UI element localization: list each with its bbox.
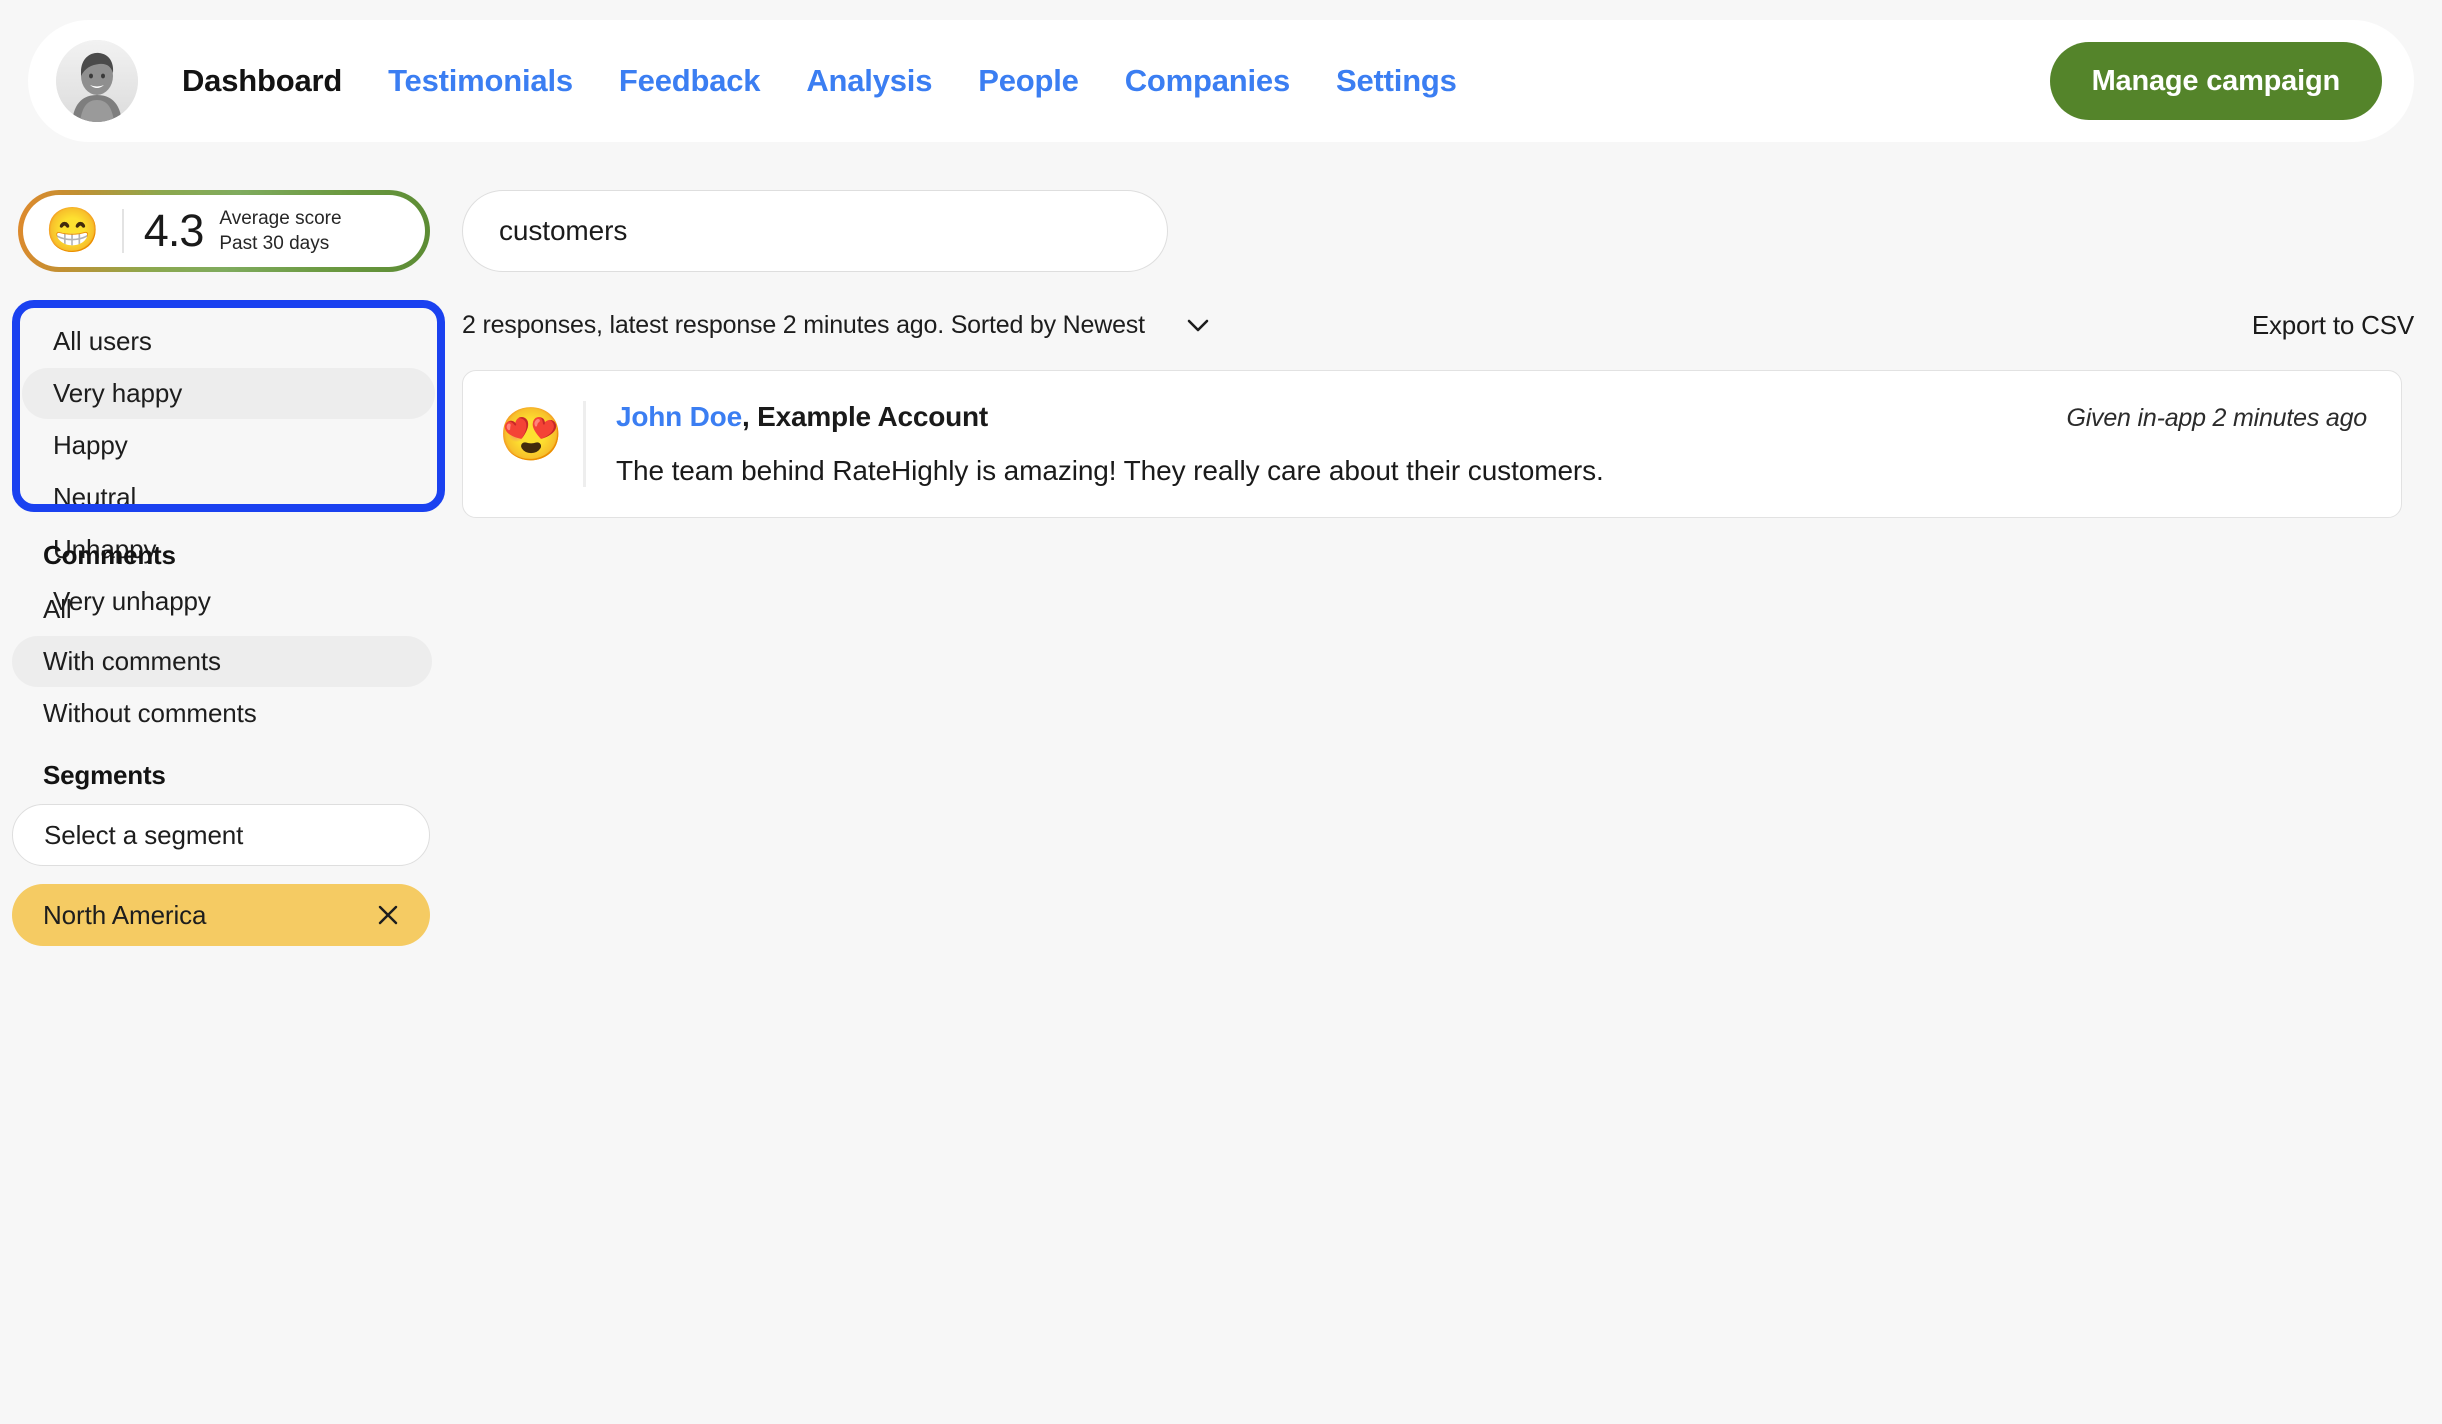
heart-eyes-face-icon: 😍 <box>493 401 569 487</box>
nav-item-dashboard[interactable]: Dashboard <box>182 63 365 99</box>
search-input[interactable] <box>462 190 1168 272</box>
filter-all-users[interactable]: All users <box>22 316 435 367</box>
average-score-value: 4.3 <box>144 205 204 257</box>
responses-main: 2 responses, latest response 2 minutes a… <box>462 0 2442 1424</box>
user-sentiment-filter-group: All users Very happy Happy Neutral Unhap… <box>12 300 445 512</box>
filters-sidebar: All users Very happy Happy Neutral Unhap… <box>0 300 450 1424</box>
filter-comments-all[interactable]: All <box>12 584 432 635</box>
chevron-down-icon[interactable] <box>1183 315 1213 335</box>
filter-neutral[interactable]: Neutral <box>22 472 435 523</box>
average-score-card: 😁 4.3 Average score Past 30 days <box>18 190 430 272</box>
response-card[interactable]: 😍 John Doe , Example Account Given in-ap… <box>462 370 2402 518</box>
average-score-card-inner: 😁 4.3 Average score Past 30 days <box>23 195 425 267</box>
segment-chip-label: North America <box>43 900 206 931</box>
filter-happy[interactable]: Happy <box>22 420 435 471</box>
dashboard-page: Dashboard Testimonials Feedback Analysis… <box>0 0 2442 1424</box>
segments-section: Segments Select a segment North America <box>12 760 432 946</box>
responses-summary: 2 responses, latest response 2 minutes a… <box>462 311 1145 340</box>
response-text: The team behind RateHighly is amazing! T… <box>616 455 2367 487</box>
filter-with-comments[interactable]: With comments <box>12 636 432 687</box>
segments-section-heading: Segments <box>12 760 432 791</box>
average-score-label: Average score <box>219 207 341 230</box>
close-icon[interactable] <box>374 901 402 929</box>
average-score-period: Past 30 days <box>219 232 341 255</box>
response-body: John Doe , Example Account Given in-app … <box>616 401 2367 487</box>
filter-very-happy[interactable]: Very happy <box>22 368 435 419</box>
segment-chip-north-america[interactable]: North America <box>12 884 430 946</box>
response-divider <box>583 401 586 487</box>
response-account: , Example Account <box>742 401 988 433</box>
average-score-meta: Average score Past 30 days <box>219 207 341 254</box>
avatar[interactable] <box>56 40 138 122</box>
response-header: John Doe , Example Account Given in-app … <box>616 401 2367 433</box>
responses-info-bar: 2 responses, latest response 2 minutes a… <box>462 305 2414 345</box>
segment-select[interactable]: Select a segment <box>12 804 430 866</box>
avatar-photo <box>56 40 138 122</box>
comments-section-heading: Comments <box>12 540 432 571</box>
filter-without-comments[interactable]: Without comments <box>12 688 432 739</box>
export-to-csv-link[interactable]: Export to CSV <box>2252 310 2414 341</box>
response-author-link[interactable]: John Doe <box>616 401 742 433</box>
score-divider <box>122 209 124 253</box>
grinning-face-icon: 😁 <box>45 209 100 253</box>
comments-filter-section: Comments All With comments Without comme… <box>12 540 432 740</box>
response-timestamp: Given in-app 2 minutes ago <box>2066 404 2367 433</box>
